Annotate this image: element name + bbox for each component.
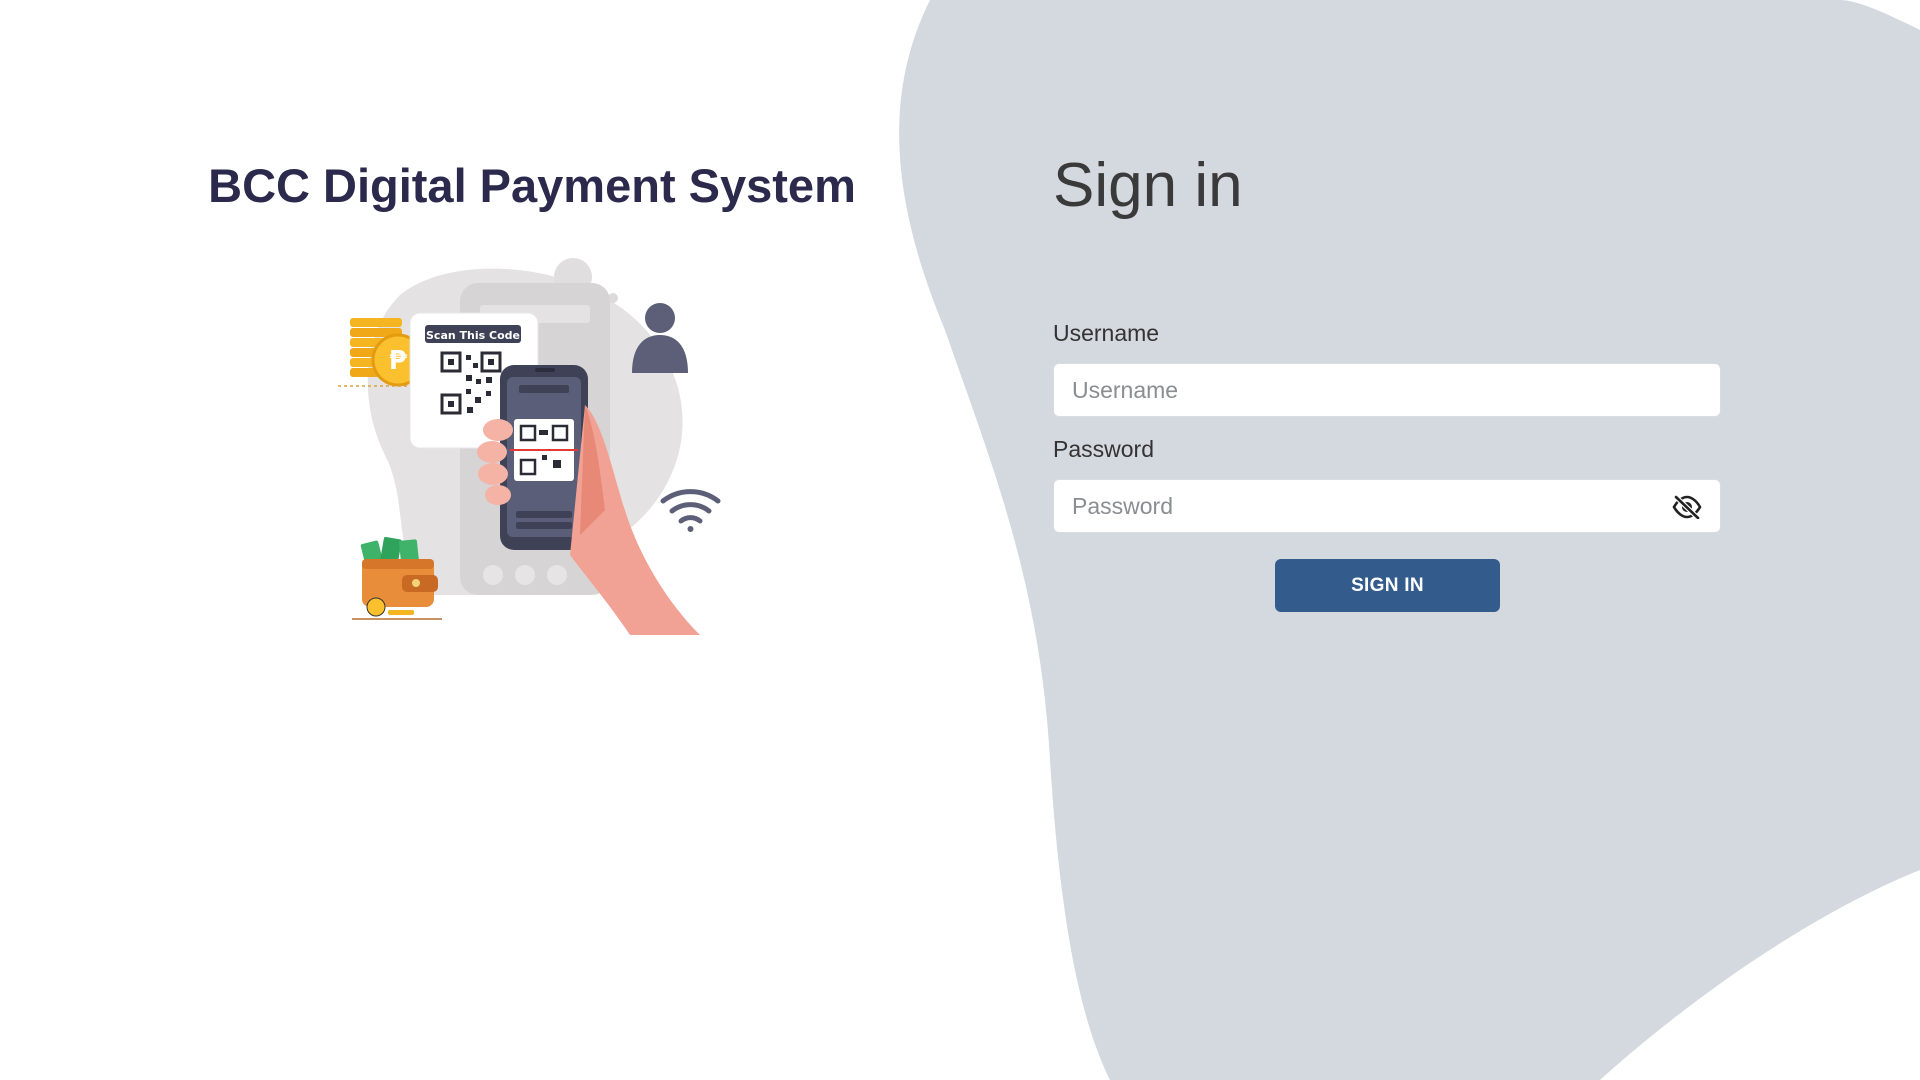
password-label: Password: [1053, 436, 1154, 462]
app-title: BCC Digital Payment System: [208, 159, 856, 212]
username-input[interactable]: [1053, 363, 1721, 417]
svg-text:₱: ₱: [389, 346, 408, 376]
wifi-icon: [660, 489, 721, 532]
eye-slash-icon[interactable]: [1672, 493, 1702, 521]
password-input[interactable]: [1053, 479, 1721, 533]
signin-heading: Sign in: [1053, 151, 1243, 220]
username-label: Username: [1053, 320, 1160, 346]
payment-illustration: ₱ Scan This Code: [338, 258, 721, 635]
sign-in-button[interactable]: SIGN IN: [1275, 559, 1500, 612]
scan-card-text: Scan This Code: [426, 329, 520, 342]
